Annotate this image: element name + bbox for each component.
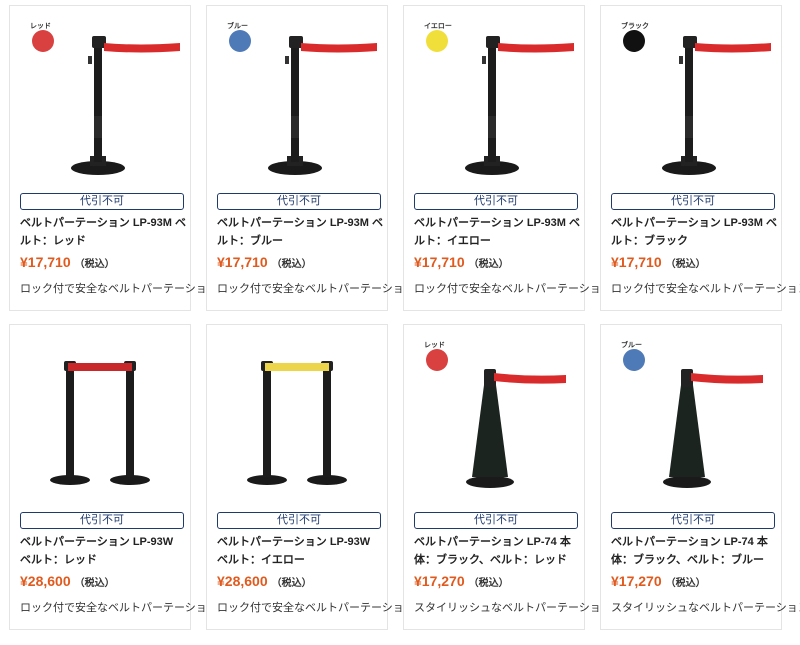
product-description: ロック付で安全なベルトパーテーション	[611, 283, 800, 295]
cone-belt-stanchion-image	[466, 369, 566, 488]
product-title[interactable]: ベルトパーテーション LP-93M ベルト：ブラック	[611, 214, 777, 250]
product-card[interactable]: 代引不可ベルトパーテーション LP-93W ベルト：イエロー ¥28,600 （税込…	[206, 324, 415, 630]
color-swatch: レッド	[30, 22, 54, 52]
product-image[interactable]: レッド	[404, 325, 584, 510]
cod-unavailable-badge: 代引不可	[414, 512, 578, 529]
color-swatch: レッド	[424, 341, 448, 371]
product-description: ロック付で安全なベルトパーテーション	[20, 283, 218, 295]
product-title[interactable]: ベルトパーテーション LP-93W ベルト：イエロー	[217, 533, 383, 569]
swatch-label: ブラック	[621, 21, 649, 30]
product-price: ¥17,710 （税込）	[611, 254, 706, 272]
product-title[interactable]: ベルトパーテーション LP-93M ベルト：イエロー	[414, 214, 580, 250]
product-card[interactable]: 代引不可ベルトパーテーション LP-93W ベルト：レッド ¥28,600 （税込）…	[9, 324, 218, 630]
product-grid: レッド 代引不可 ベルトパーテーション LP-93M ベルト：レッド ¥17,710 （…	[0, 0, 800, 645]
cod-unavailable-badge: 代引不可	[611, 512, 775, 529]
belt-stanchion-image	[662, 36, 771, 175]
product-image[interactable]: イエロー	[404, 6, 584, 191]
tax-included-label: （税込）	[665, 259, 706, 270]
cod-unavailable-badge: 代引不可	[217, 512, 381, 529]
product-description: ロック付で安全なベルトパーテーション	[20, 602, 218, 614]
product-title[interactable]: ベルトパーテーション LP-74 本体：ブラック、ベルト：レッド	[414, 533, 580, 569]
cod-unavailable-badge: 代引不可	[20, 193, 184, 210]
double-belt-stanchion-image	[247, 361, 347, 485]
product-image[interactable]: ブラック	[601, 6, 781, 191]
product-card[interactable]: レッド代引不可ベルトパーテーション LP-74 本体：ブラック、ベルト：レッド ¥…	[403, 324, 612, 630]
product-card[interactable]: イエロー代引不可ベルトパーテーション LP-93M ベルト：イエロー ¥17,71…	[403, 5, 612, 311]
product-description: ロック付で安全なベルトパーテーション	[414, 283, 612, 295]
product-price: ¥17,270 （税込）	[611, 573, 706, 591]
product-card[interactable]: ブラック代引不可ベルトパーテーション LP-93M ベルト：ブラック ¥17,71…	[600, 5, 800, 311]
tax-included-label: （税込）	[74, 578, 115, 589]
tax-included-label: （税込）	[468, 259, 509, 270]
cone-belt-stanchion-image	[663, 369, 763, 488]
product-title[interactable]: ベルトパーテーション LP-93W ベルト：レッド	[20, 533, 186, 569]
product-title[interactable]: ベルトパーテーション LP-74 本体：ブラック、ベルト：ブルー	[611, 533, 777, 569]
product-title[interactable]: ベルトパーテーション LP-93M ベルト：ブルー	[217, 214, 383, 250]
belt-stanchion-image	[465, 36, 574, 175]
product-title[interactable]: ベルトパーテーション LP-93M ベルト：レッド	[20, 214, 186, 250]
product-price: ¥17,270 （税込）	[414, 573, 509, 591]
product-description: スタイリッシュなベルトパーテーション	[414, 602, 612, 614]
cod-unavailable-badge: 代引不可	[20, 512, 184, 529]
tax-included-label: （税込）	[271, 259, 312, 270]
cod-unavailable-badge: 代引不可	[414, 193, 578, 210]
product-image[interactable]	[207, 325, 387, 510]
belt-stanchion-image	[268, 36, 377, 175]
product-image[interactable]: ブルー	[601, 325, 781, 510]
product-description: スタイリッシュなベルトパーテーション	[611, 602, 800, 614]
product-image[interactable]: レッド	[10, 6, 190, 191]
belt-stanchion-image	[71, 36, 180, 175]
product-price: ¥28,600 （税込）	[20, 573, 115, 591]
product-description: ロック付で安全なベルトパーテーション	[217, 283, 415, 295]
price-amount: ¥17,710	[20, 254, 71, 270]
product-card[interactable]: レッド代引不可ベルトパーテーション LP-93M ベルト：レッド ¥17,710 （…	[9, 5, 218, 311]
price-amount: ¥28,600	[217, 573, 268, 589]
price-amount: ¥17,710	[217, 254, 268, 270]
tax-included-label: （税込）	[271, 578, 312, 589]
tax-included-label: （税込）	[468, 578, 509, 589]
cod-unavailable-badge: 代引不可	[217, 193, 381, 210]
cod-unavailable-badge: 代引不可	[611, 193, 775, 210]
price-amount: ¥28,600	[20, 573, 71, 589]
price-amount: ¥17,270	[611, 573, 662, 589]
price-amount: ¥17,710	[611, 254, 662, 270]
product-card[interactable]: ブルー代引不可ベルトパーテーション LP-74 本体：ブラック、ベルト：ブルー ¥…	[600, 324, 800, 630]
product-price: ¥28,600 （税込）	[217, 573, 312, 591]
product-card[interactable]: ブルー代引不可ベルトパーテーション LP-93M ベルト：ブルー ¥17,710 （…	[206, 5, 415, 311]
double-belt-stanchion-image	[50, 361, 150, 485]
swatch-label: レッド	[424, 341, 445, 349]
color-swatch: ブラック	[621, 21, 649, 52]
color-swatch: ブルー	[621, 340, 645, 371]
tax-included-label: （税込）	[74, 259, 115, 270]
swatch-label: レッド	[30, 22, 51, 30]
swatch-label: ブルー	[621, 340, 642, 349]
price-amount: ¥17,710	[414, 254, 465, 270]
product-price: ¥17,710 （税込）	[414, 254, 509, 272]
tax-included-label: （税込）	[665, 578, 706, 589]
product-description: ロック付で安全なベルトパーテーション	[217, 602, 415, 614]
product-price: ¥17,710 （税込）	[217, 254, 312, 272]
color-swatch: イエロー	[424, 22, 452, 52]
product-image[interactable]	[10, 325, 190, 510]
product-image[interactable]: ブルー	[207, 6, 387, 191]
color-swatch: ブルー	[227, 21, 251, 52]
price-amount: ¥17,270	[414, 573, 465, 589]
swatch-label: ブルー	[227, 21, 248, 30]
swatch-label: イエロー	[424, 22, 452, 30]
product-price: ¥17,710 （税込）	[20, 254, 115, 272]
